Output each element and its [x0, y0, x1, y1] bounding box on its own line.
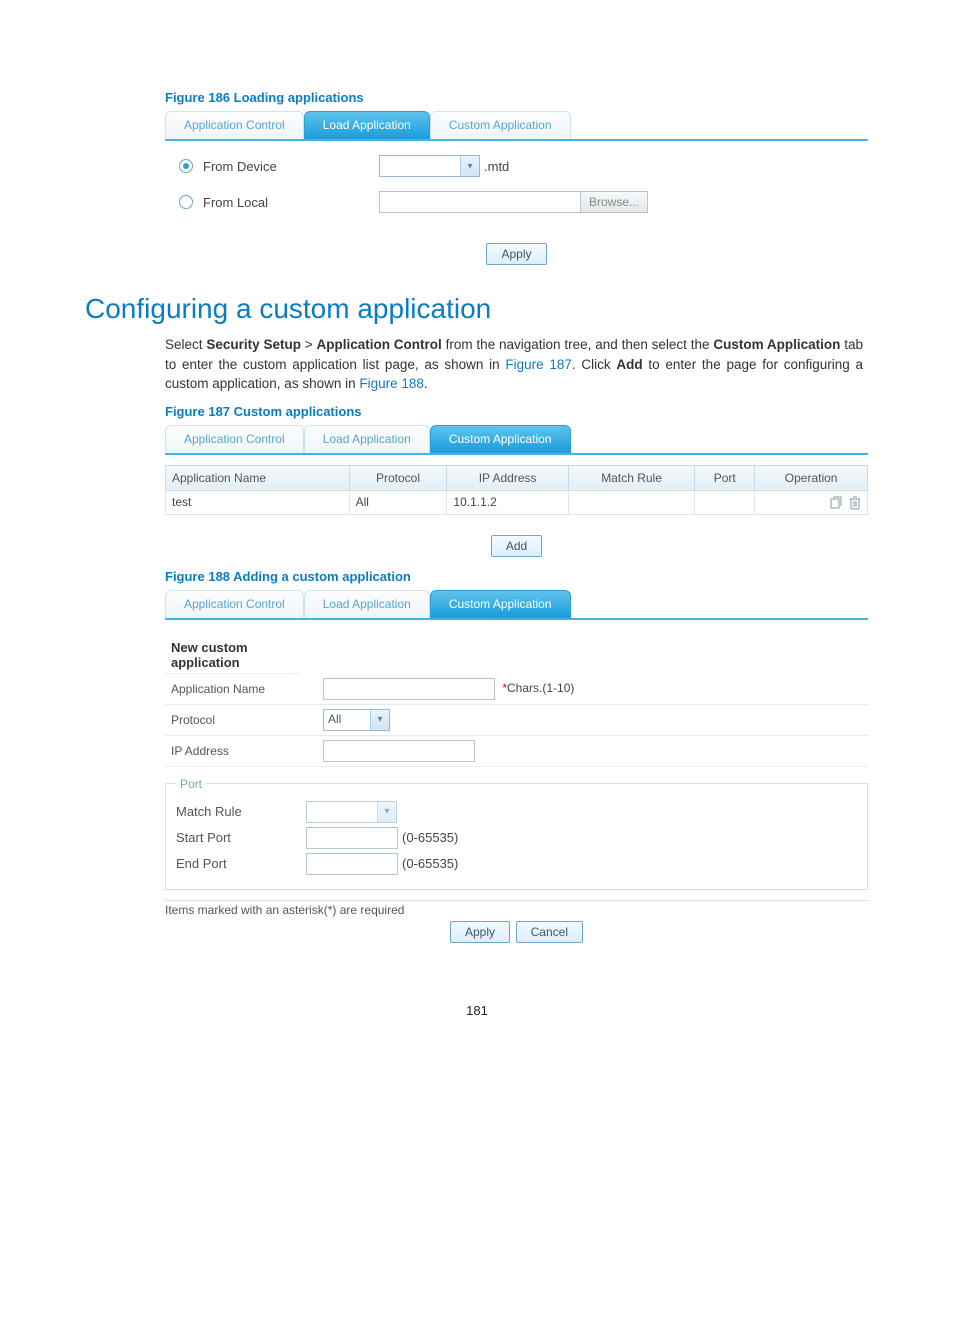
end-port-input[interactable] [306, 853, 398, 875]
figure-186-caption: Figure 186 Loading applications [165, 90, 869, 105]
col-app-name: Application Name [166, 465, 350, 490]
match-rule-select[interactable]: ▾ [306, 801, 397, 823]
col-match-rule: Match Rule [568, 465, 694, 490]
apply-button-2[interactable]: Apply [450, 921, 510, 943]
apply-button[interactable]: Apply [486, 243, 546, 265]
custom-app-table: Application Name Protocol IP Address Mat… [165, 465, 868, 515]
tab-load-application[interactable]: Load Application [304, 111, 430, 139]
tab-custom-application[interactable]: Custom Application [430, 111, 571, 139]
paragraph: Select Security Setup > Application Cont… [165, 335, 863, 394]
cell-match-rule [568, 490, 694, 514]
protocol-select[interactable]: All ▾ [323, 709, 390, 731]
app-name-input[interactable] [323, 678, 495, 700]
tab-load-application-2[interactable]: Load Application [304, 425, 430, 453]
chevron-down-icon: ▾ [370, 710, 389, 730]
match-rule-label: Match Rule [176, 804, 306, 819]
trash-icon[interactable] [849, 496, 861, 510]
page-number: 181 [85, 1003, 869, 1018]
radio-from-device[interactable] [179, 159, 193, 173]
mtd-suffix: .mtd [484, 159, 509, 174]
local-file-input[interactable] [379, 191, 581, 213]
ip-input[interactable] [323, 740, 475, 762]
table-row: test All 10.1.1.2 [166, 490, 868, 514]
tab-app-control[interactable]: Application Control [165, 111, 304, 139]
browse-button[interactable]: Browse... [580, 191, 648, 213]
app-name-label: Application Name [165, 674, 317, 705]
start-port-label: Start Port [176, 830, 306, 845]
end-port-hint: (0-65535) [402, 856, 458, 871]
cell-operation [755, 490, 868, 514]
start-port-hint: (0-65535) [402, 830, 458, 845]
radio-from-local[interactable] [179, 195, 193, 209]
figure-187-screenshot: Application Control Load Application Cus… [165, 425, 868, 557]
form-heading: New custom application [171, 640, 248, 671]
col-operation: Operation [755, 465, 868, 490]
col-port: Port [695, 465, 755, 490]
cell-protocol: All [349, 490, 447, 514]
link-figure-187[interactable]: Figure 187 [505, 357, 572, 372]
tab-load-application-3[interactable]: Load Application [304, 590, 430, 618]
figure-186-screenshot: Application Control Load Application Cus… [165, 111, 868, 265]
port-fieldset: Port Match Rule ▾ Start Port (0-65535) E… [165, 777, 868, 890]
table-header-row: Application Name Protocol IP Address Mat… [166, 465, 868, 490]
figure-187-caption: Figure 187 Custom applications [165, 404, 869, 419]
start-port-input[interactable] [306, 827, 398, 849]
cell-port [695, 490, 755, 514]
add-button[interactable]: Add [491, 535, 542, 557]
tab-app-control-2[interactable]: Application Control [165, 425, 304, 453]
cancel-button[interactable]: Cancel [516, 921, 583, 943]
section-heading: Configuring a custom application [85, 293, 869, 325]
col-protocol: Protocol [349, 465, 447, 490]
cell-ip: 10.1.1.2 [447, 490, 568, 514]
link-figure-188[interactable]: Figure 188 [359, 376, 424, 391]
col-ip: IP Address [447, 465, 568, 490]
radio-from-device-label: From Device [203, 159, 277, 174]
cell-app-name: test [166, 490, 350, 514]
port-legend: Port [176, 777, 206, 791]
tab-custom-application-3[interactable]: Custom Application [430, 590, 571, 618]
radio-from-local-label: From Local [203, 195, 268, 210]
ip-label: IP Address [165, 735, 317, 766]
figure-188-screenshot: Application Control Load Application Cus… [165, 590, 868, 943]
tab-custom-application-2[interactable]: Custom Application [430, 425, 571, 453]
edit-icon[interactable] [829, 496, 843, 510]
figure-188-caption: Figure 188 Adding a custom application [165, 569, 869, 584]
device-file-select[interactable]: ▾ [379, 155, 480, 177]
chevron-down-icon: ▾ [460, 156, 479, 176]
required-footnote: Items marked with an asterisk(*) are req… [165, 900, 868, 917]
end-port-label: End Port [176, 856, 306, 871]
app-name-hint: *Chars.(1-10) [502, 681, 574, 695]
chevron-down-icon: ▾ [377, 802, 396, 822]
tab-app-control-3[interactable]: Application Control [165, 590, 304, 618]
protocol-label: Protocol [165, 704, 317, 735]
